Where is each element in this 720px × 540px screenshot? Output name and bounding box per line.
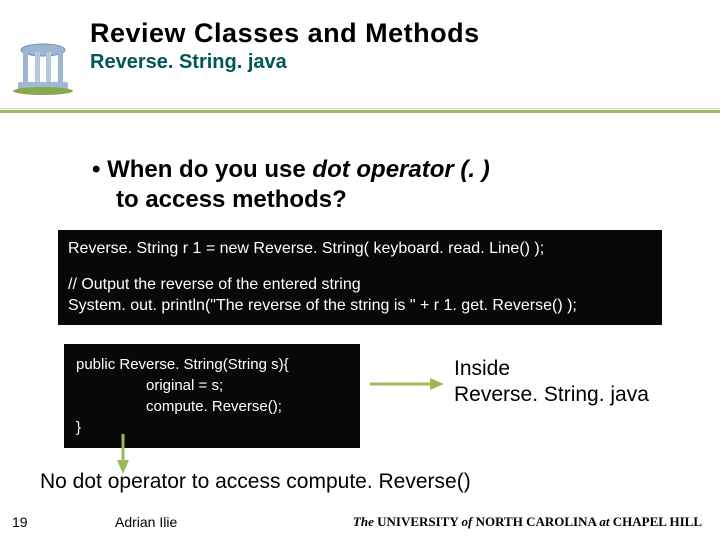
bullet-italic: dot operator (. ): [312, 156, 489, 183]
divider-line: [0, 108, 720, 109]
code-line: original = s;: [76, 375, 348, 396]
slide-title: Review Classes and Methods: [90, 18, 720, 49]
inside-line1: Inside: [454, 356, 649, 382]
page-number: 19: [12, 514, 28, 530]
footer: 19 Adrian Ilie The UNIVERSITY of NORTH C…: [0, 510, 720, 540]
author-name: Adrian Ilie: [115, 514, 177, 530]
bullet-suffix: to access methods?: [92, 185, 690, 215]
inside-label: Inside Reverse. String. java: [454, 356, 649, 409]
code-line: public Reverse. String(String s){: [76, 354, 348, 375]
code-line: System. out. println("The reverse of the…: [68, 295, 652, 317]
arrow-right-icon: [368, 376, 444, 392]
logo-icon: [8, 38, 78, 98]
code-line: Reverse. String r 1 = new Reverse. Strin…: [68, 238, 652, 260]
slide-subtitle: Reverse. String. java: [90, 51, 720, 74]
code-block-constructor: public Reverse. String(String s){ origin…: [64, 344, 360, 448]
bottom-note: No dot operator to access compute. Rever…: [40, 470, 471, 494]
code-line: // Output the reverse of the entered str…: [68, 274, 652, 296]
inside-line2: Reverse. String. java: [454, 382, 649, 408]
code-line: compute. Reverse();: [76, 396, 348, 417]
bullet-question: • When do you use dot operator (. ) to a…: [92, 155, 690, 215]
divider-line-green: [0, 110, 720, 113]
arrow-down-icon: [114, 432, 132, 474]
code-block-main: Reverse. String r 1 = new Reverse. Strin…: [58, 230, 662, 325]
university-name: The UNIVERSITY of NORTH CAROLINA at CHAP…: [353, 514, 702, 530]
bullet-prefix: • When do you use: [92, 156, 312, 183]
